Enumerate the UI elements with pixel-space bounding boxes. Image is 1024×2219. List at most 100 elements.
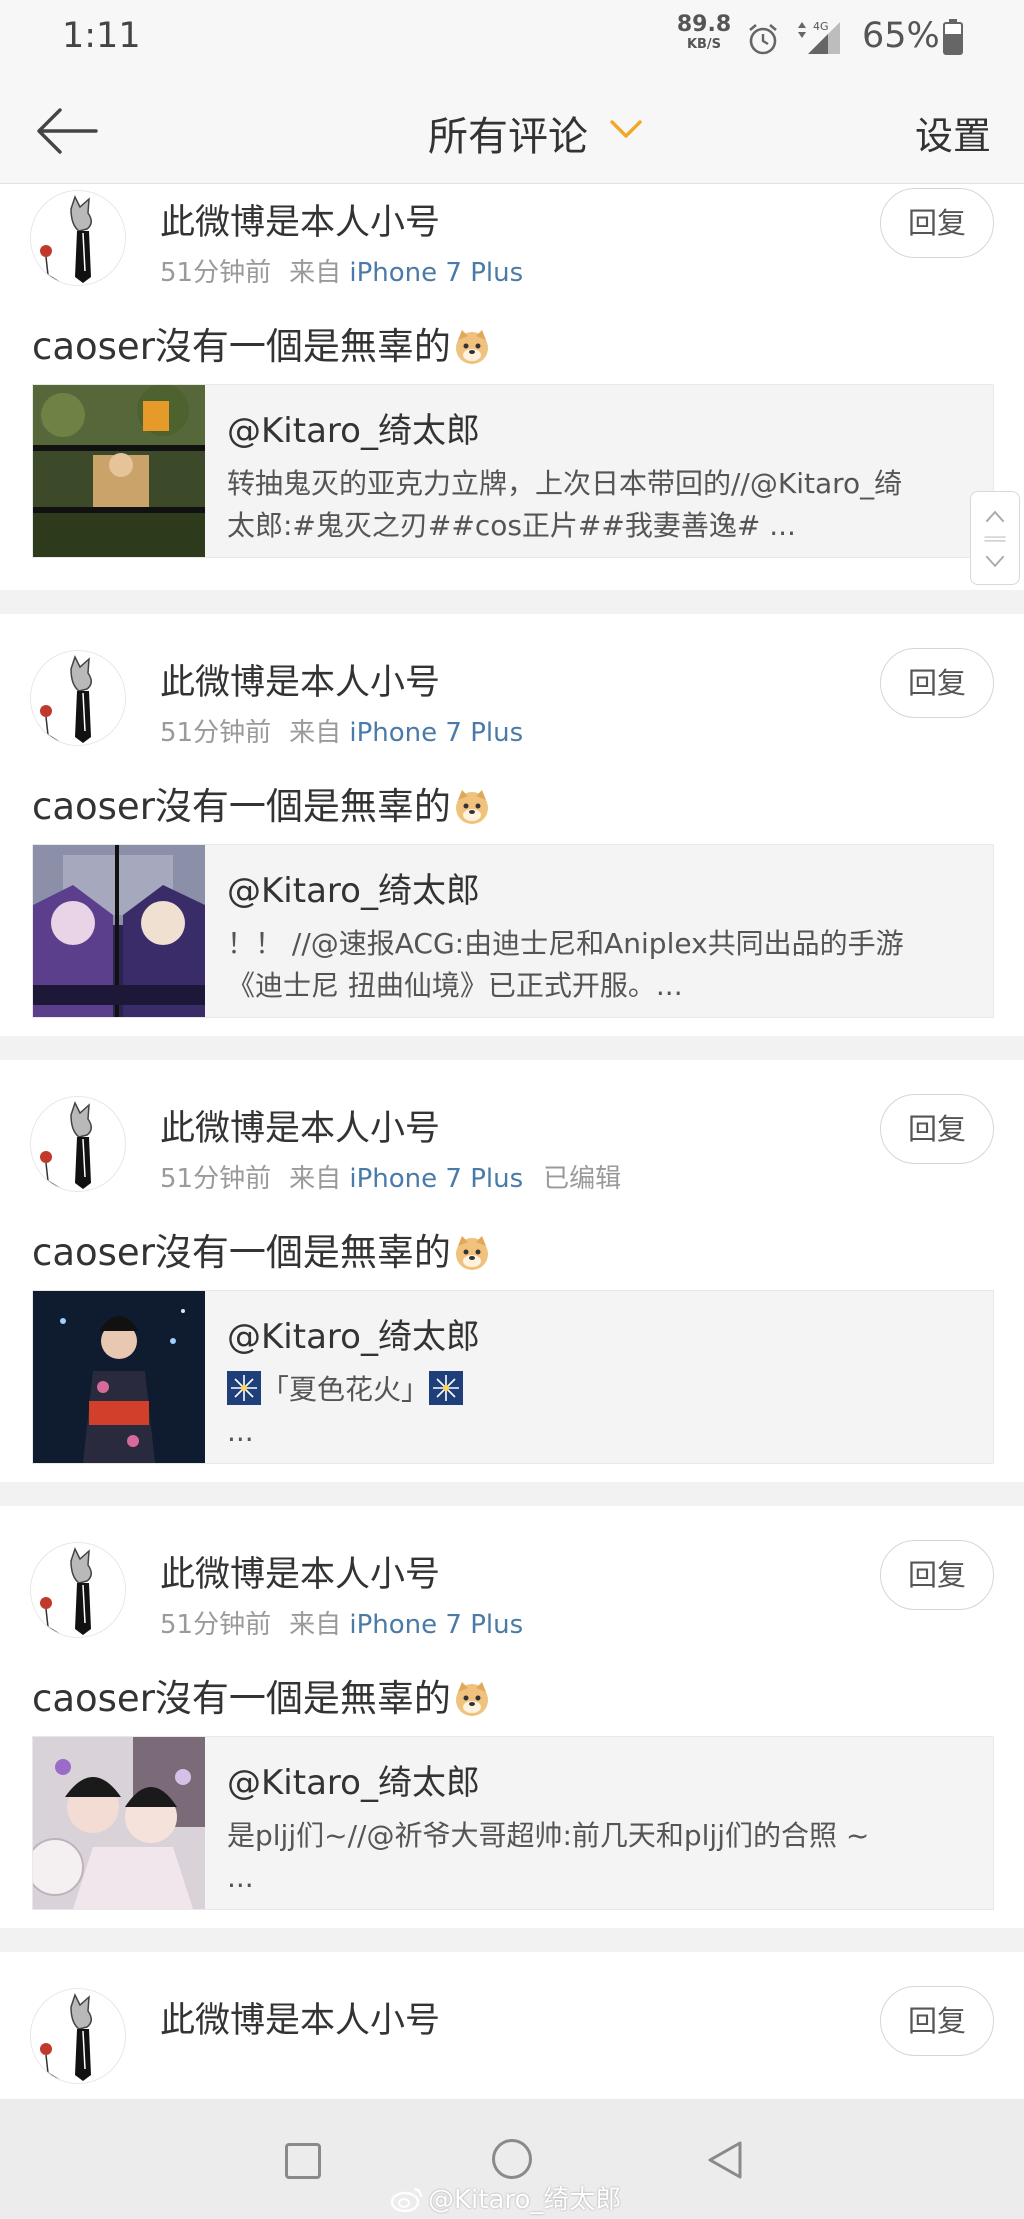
- battery-icon: [943, 19, 963, 55]
- reposted-weibo[interactable]: @Kitaro_绮太郎 转抽鬼灭的亚克力立牌，上次日本带回的//@Kitaro_…: [32, 384, 994, 558]
- comment-device[interactable]: iPhone 7 Plus: [349, 1610, 523, 1640]
- watermark-text: @Kitaro_绮太郎: [428, 2185, 622, 2215]
- network-speed-value: 89.8: [676, 12, 732, 37]
- battery-percent: 65%: [862, 16, 940, 56]
- comment-text-content: caoser沒有一個是無辜的: [32, 1677, 451, 1720]
- repost-text-line: 太郎:#鬼灭之刃##cos正片##我妻善逸# ...: [227, 509, 796, 542]
- repost-text-line: 《迪士尼 扭曲仙境》已正式开服。...: [227, 969, 683, 1002]
- reply-button[interactable]: 回复: [880, 648, 994, 718]
- fireworks-icon: [429, 1371, 464, 1405]
- network-speed-unit: KB/S: [686, 37, 722, 52]
- comment-text-content: caoser沒有一個是無辜的: [32, 1231, 451, 1274]
- comment-username[interactable]: 此微博是本人小号: [160, 1546, 440, 1597]
- doge-emoji-icon: [455, 1236, 488, 1270]
- comment-card: 此微博是本人小号 51分钟前 来自 iPhone 7 Plus 回复 caoser…: [0, 614, 1024, 1036]
- comment-text-content: caoser沒有一個是無辜的: [32, 325, 451, 368]
- comment-text: caoser沒有一個是無辜的: [32, 1668, 491, 1722]
- repost-text: 是pljj们~//@祈爷大哥超帅:前几天和pljj们的合照 ~ ...: [227, 1815, 975, 1899]
- comment-time: 51分钟前: [160, 1164, 272, 1194]
- avatar-image: [31, 191, 125, 285]
- repost-thumbnail: [33, 1737, 205, 1909]
- comment-source-label: 来自: [289, 1164, 342, 1194]
- network-speed: 89.8 KB/S: [676, 12, 732, 52]
- top-navigation-bar: 所有评论 设置: [0, 78, 1024, 184]
- reply-button[interactable]: 回复: [880, 188, 994, 258]
- fireworks-icon: [227, 1371, 261, 1405]
- chevron-down-icon[interactable]: [608, 116, 644, 142]
- edited-label: 已编辑: [543, 1164, 622, 1194]
- comment-source-label: 来自: [289, 1610, 342, 1640]
- cellular-signal-icon: 4G: [798, 20, 840, 54]
- repost-text-line: ！！ //@速报ACG:由迪士尼和Aniplex共同出品的手游: [227, 927, 904, 960]
- avatar[interactable]: [30, 1096, 126, 1192]
- repost-author[interactable]: @Kitaro_绮太郎: [227, 1309, 480, 1358]
- comment-card: 此微博是本人小号 51分钟前 来自 iPhone 7 Plus 回复 caoser…: [0, 1506, 1024, 1928]
- alarm-icon: [749, 24, 777, 55]
- avatar-image: [31, 1989, 125, 2083]
- comment-meta: 51分钟前 来自 iPhone 7 Plus: [160, 252, 523, 289]
- comment-meta: 51分钟前 来自 iPhone 7 Plus: [160, 1604, 523, 1641]
- repost-author[interactable]: @Kitaro_绮太郎: [227, 863, 480, 912]
- avatar-image: [31, 1097, 125, 1191]
- comment-text: caoser沒有一個是無辜的: [32, 316, 491, 370]
- scroll-handle[interactable]: [970, 491, 1020, 585]
- repost-thumbnail: [33, 385, 205, 557]
- comment-list[interactable]: 此微博是本人小号 51分钟前 来自 iPhone 7 Plus 回复 caoser…: [0, 184, 1024, 2099]
- comment-text-content: caoser沒有一個是無辜的: [32, 785, 451, 828]
- avatar[interactable]: [30, 1542, 126, 1638]
- comment-username[interactable]: 此微博是本人小号: [160, 654, 440, 705]
- back-arrow-icon[interactable]: [34, 106, 100, 156]
- comment-time: 51分钟前: [160, 1610, 272, 1640]
- comment-card: 此微博是本人小号 回复: [0, 1952, 1024, 2099]
- repost-thumbnail: [33, 845, 205, 1017]
- comment-meta: 51分钟前 来自 iPhone 7 Plus 已编辑: [160, 1158, 621, 1195]
- comment-source-label: 来自: [289, 258, 342, 288]
- comment-text: caoser沒有一個是無辜的: [32, 1222, 491, 1276]
- watermark: @Kitaro_绮太郎: [390, 2179, 621, 2216]
- page-title[interactable]: 所有评论: [428, 104, 588, 162]
- reposted-weibo[interactable]: @Kitaro_绮太郎 是pljj们~//@祈爷大哥超帅:前几天和pljj们的合…: [32, 1736, 994, 1910]
- comment-device[interactable]: iPhone 7 Plus: [349, 1164, 523, 1194]
- back-triangle-icon[interactable]: [704, 2139, 744, 2181]
- repost-text: 转抽鬼灭的亚克力立牌，上次日本带回的//@Kitaro_绮 太郎:#鬼灭之刃##…: [227, 463, 975, 547]
- home-button[interactable]: [492, 2139, 532, 2179]
- recent-apps-button[interactable]: [285, 2143, 321, 2179]
- comment-card: 此微博是本人小号 51分钟前 来自 iPhone 7 Plus 回复 caoser…: [0, 184, 1024, 590]
- weibo-logo-icon: [390, 2187, 423, 2213]
- repost-text: ！！ //@速报ACG:由迪士尼和Aniplex共同出品的手游 《迪士尼 扭曲仙…: [227, 923, 975, 1007]
- comment-meta: 51分钟前 来自 iPhone 7 Plus: [160, 712, 523, 749]
- status-time: 1:11: [62, 16, 141, 56]
- reposted-weibo[interactable]: @Kitaro_绮太郎 「夏色花火」 ...: [32, 1290, 994, 1464]
- comment-username[interactable]: 此微博是本人小号: [160, 1100, 440, 1151]
- status-bar: 1:11 89.8 KB/S 4G 65%: [0, 0, 1024, 78]
- repost-author[interactable]: @Kitaro_绮太郎: [227, 1755, 480, 1804]
- settings-button[interactable]: 设置: [915, 105, 991, 160]
- reply-button[interactable]: 回复: [880, 1094, 994, 1164]
- avatar[interactable]: [30, 650, 126, 746]
- comment-time: 51分钟前: [160, 258, 272, 288]
- repost-text-line: ...: [227, 1861, 254, 1894]
- avatar[interactable]: [30, 190, 126, 286]
- comment-username[interactable]: 此微博是本人小号: [160, 1992, 440, 2043]
- avatar-image: [31, 1543, 125, 1637]
- reply-button[interactable]: 回复: [880, 1986, 994, 2056]
- comment-device[interactable]: iPhone 7 Plus: [349, 258, 523, 288]
- comment-text: caoser沒有一個是無辜的: [32, 776, 491, 830]
- comment-card: 此微博是本人小号 51分钟前 来自 iPhone 7 Plus 已编辑 回复 cao…: [0, 1060, 1024, 1482]
- repost-text-content: 「夏色花火」: [261, 1373, 430, 1406]
- repost-author[interactable]: @Kitaro_绮太郎: [227, 403, 480, 452]
- repost-text-line: 「夏色花火」: [227, 1369, 975, 1411]
- reply-button[interactable]: 回复: [880, 1540, 994, 1610]
- comment-time: 51分钟前: [160, 718, 272, 748]
- network-type: 4G: [813, 20, 829, 33]
- reposted-weibo[interactable]: @Kitaro_绮太郎 ！！ //@速报ACG:由迪士尼和Aniplex共同出品…: [32, 844, 994, 1018]
- doge-emoji-icon: [455, 1682, 488, 1716]
- repost-text-line: 转抽鬼灭的亚克力立牌，上次日本带回的//@Kitaro_绮: [227, 467, 903, 500]
- system-navigation-bar: @Kitaro_绮太郎: [0, 2099, 1024, 2219]
- avatar[interactable]: [30, 1988, 126, 2084]
- repost-thumbnail: [33, 1291, 205, 1463]
- scroll-arrows-icon: [984, 510, 1006, 568]
- comment-username[interactable]: 此微博是本人小号: [160, 194, 440, 245]
- repost-text-line: ...: [227, 1415, 254, 1448]
- comment-device[interactable]: iPhone 7 Plus: [349, 718, 523, 748]
